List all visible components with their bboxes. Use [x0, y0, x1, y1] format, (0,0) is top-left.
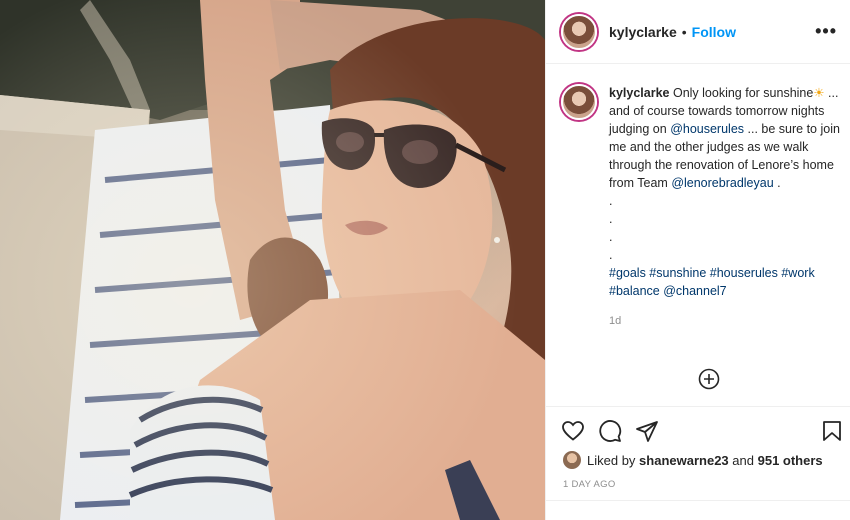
post-header: kylyclarke • Follow •••	[546, 0, 850, 64]
likes-line: Liked by shanewarne23 and 951 others	[563, 451, 823, 469]
caption-username[interactable]: kylyclarke	[609, 86, 669, 100]
dot-line: .	[609, 194, 613, 208]
caption-block: kylyclarke Only looking for sunshine☀ ..…	[561, 84, 843, 330]
dot-line: .	[609, 212, 613, 226]
photo-illustration	[0, 0, 545, 520]
plus-circle-icon[interactable]	[698, 368, 720, 390]
caption-hashtags[interactable]: #goals #sunshine #houserules #work #bala…	[609, 264, 843, 300]
comment-icon[interactable]	[598, 419, 622, 443]
caption-line-1: Only looking for sunshine	[672, 86, 814, 100]
likes-middle: and	[732, 452, 754, 468]
caption-dots: . . . .	[609, 192, 843, 264]
mention-houserules[interactable]: @houserules	[670, 122, 744, 136]
caption-text: kylyclarke Only looking for sunshine☀ ..…	[609, 84, 843, 330]
header-username[interactable]: kylyclarke	[609, 24, 677, 40]
follow-button[interactable]: Follow	[692, 24, 736, 40]
liker-avatar[interactable]	[563, 451, 581, 469]
caption-line-4: .	[777, 176, 781, 190]
likes-prefix: Liked by	[587, 452, 636, 468]
caption-avatar[interactable]	[561, 84, 597, 120]
action-bar	[546, 406, 850, 450]
paper-plane-icon[interactable]	[635, 419, 659, 443]
bookmark-icon[interactable]	[820, 419, 844, 443]
dot-line: .	[609, 248, 613, 262]
avatar[interactable]	[561, 13, 597, 50]
dot-line: .	[609, 230, 613, 244]
liker-username[interactable]: shanewarne23	[639, 453, 729, 468]
mention-lenorebradleyau[interactable]: @lenorebradleyau	[671, 176, 773, 190]
divider	[546, 500, 850, 501]
heart-icon[interactable]	[561, 419, 585, 443]
likes-others[interactable]: 951 others	[758, 453, 823, 468]
sun-emoji: ☀	[813, 86, 825, 100]
caption-age: 1d	[609, 315, 622, 327]
more-options-icon[interactable]: •••	[815, 22, 837, 40]
post-side-panel: kylyclarke • Follow ••• kylyclarke Only …	[545, 0, 850, 520]
separator-dot: •	[681, 23, 687, 40]
post-photo[interactable]	[0, 0, 545, 520]
post-time-ago: 1 DAY AGO	[563, 479, 616, 490]
